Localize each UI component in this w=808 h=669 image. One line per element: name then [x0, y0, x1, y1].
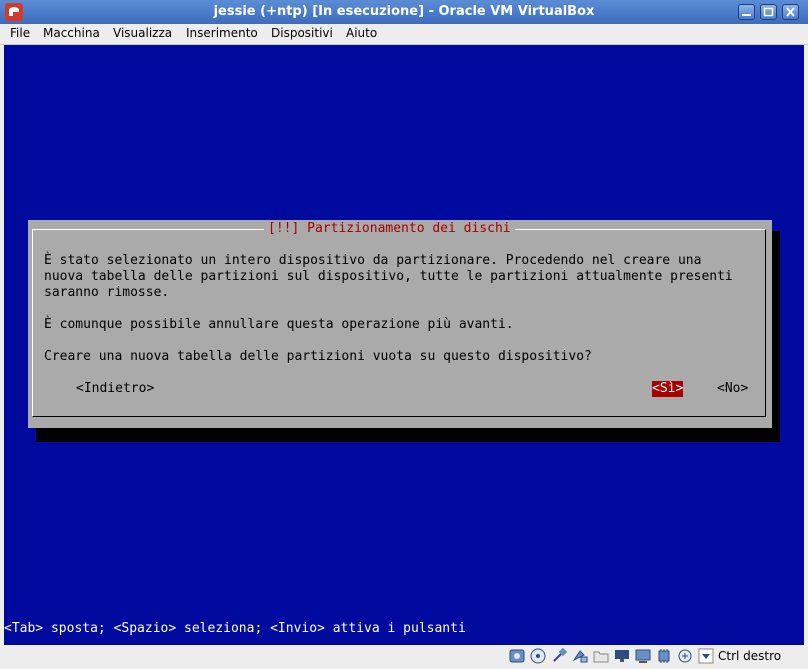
- dialog-question: Creare una nuova tabella delle partizion…: [44, 349, 592, 364]
- menu-inserimento[interactable]: Inserimento: [186, 26, 258, 40]
- folder-icon[interactable]: [593, 648, 609, 664]
- dialog-line: nuova tabella delle partizioni sul dispo…: [44, 269, 733, 284]
- maximize-button[interactable]: [760, 4, 777, 20]
- dialog-line: È stato selezionato un intero dispositiv…: [44, 253, 702, 268]
- title-bar[interactable]: jessie (+ntp) [In esecuzione] - Oracle V…: [0, 0, 808, 25]
- no-button[interactable]: <No>: [717, 381, 748, 397]
- minimize-icon: [742, 14, 751, 16]
- menu-aiuto[interactable]: Aiuto: [346, 26, 377, 40]
- close-icon: [786, 7, 795, 17]
- window-title: jessie (+ntp) [In esecuzione] - Oracle V…: [213, 4, 595, 19]
- dialog-title-text: [!!] Partizionamento dei dischi: [268, 221, 511, 236]
- status-bar: Ctrl destro: [0, 645, 808, 669]
- back-button[interactable]: <Indietro>: [76, 381, 154, 397]
- dialog-line: saranno rimosse.: [44, 285, 170, 300]
- dialog-title: [!!] Partizionamento dei dischi: [264, 221, 515, 237]
- optical-disk-icon[interactable]: [530, 648, 546, 664]
- menu-dispositivi[interactable]: Dispositivi: [271, 26, 333, 40]
- host-key-label: Ctrl destro: [718, 649, 782, 663]
- menu-visualizza[interactable]: Visualizza: [113, 26, 172, 40]
- dialog-line: È comunque possibile annullare questa op…: [44, 317, 514, 332]
- usb-icon[interactable]: [551, 648, 567, 664]
- arrow-down-icon[interactable]: [698, 648, 714, 664]
- menu-bar: File Macchina Visualizza Inserimento Dis…: [0, 24, 808, 45]
- menu-file[interactable]: File: [10, 26, 30, 40]
- minimize-button[interactable]: [738, 4, 755, 20]
- yes-button[interactable]: <Sì>: [652, 381, 684, 397]
- close-button[interactable]: [782, 4, 799, 20]
- cpu-icon[interactable]: [656, 648, 672, 664]
- hard-disk-icon[interactable]: [509, 648, 525, 664]
- mouse-integration-icon[interactable]: [677, 648, 693, 664]
- partition-dialog: [!!] Partizionamento dei dischi È stato …: [28, 220, 772, 428]
- shared-folders-icon[interactable]: [572, 648, 588, 664]
- menu-macchina[interactable]: Macchina: [43, 26, 100, 40]
- network-icon[interactable]: [614, 648, 630, 664]
- maximize-icon: [763, 7, 774, 17]
- vm-screen[interactable]: [!!] Partizionamento dei dischi È stato …: [4, 45, 804, 645]
- keyboard-hint: <Tab> sposta; <Spazio> seleziona; <Invio…: [4, 621, 466, 636]
- display-icon[interactable]: [635, 648, 651, 664]
